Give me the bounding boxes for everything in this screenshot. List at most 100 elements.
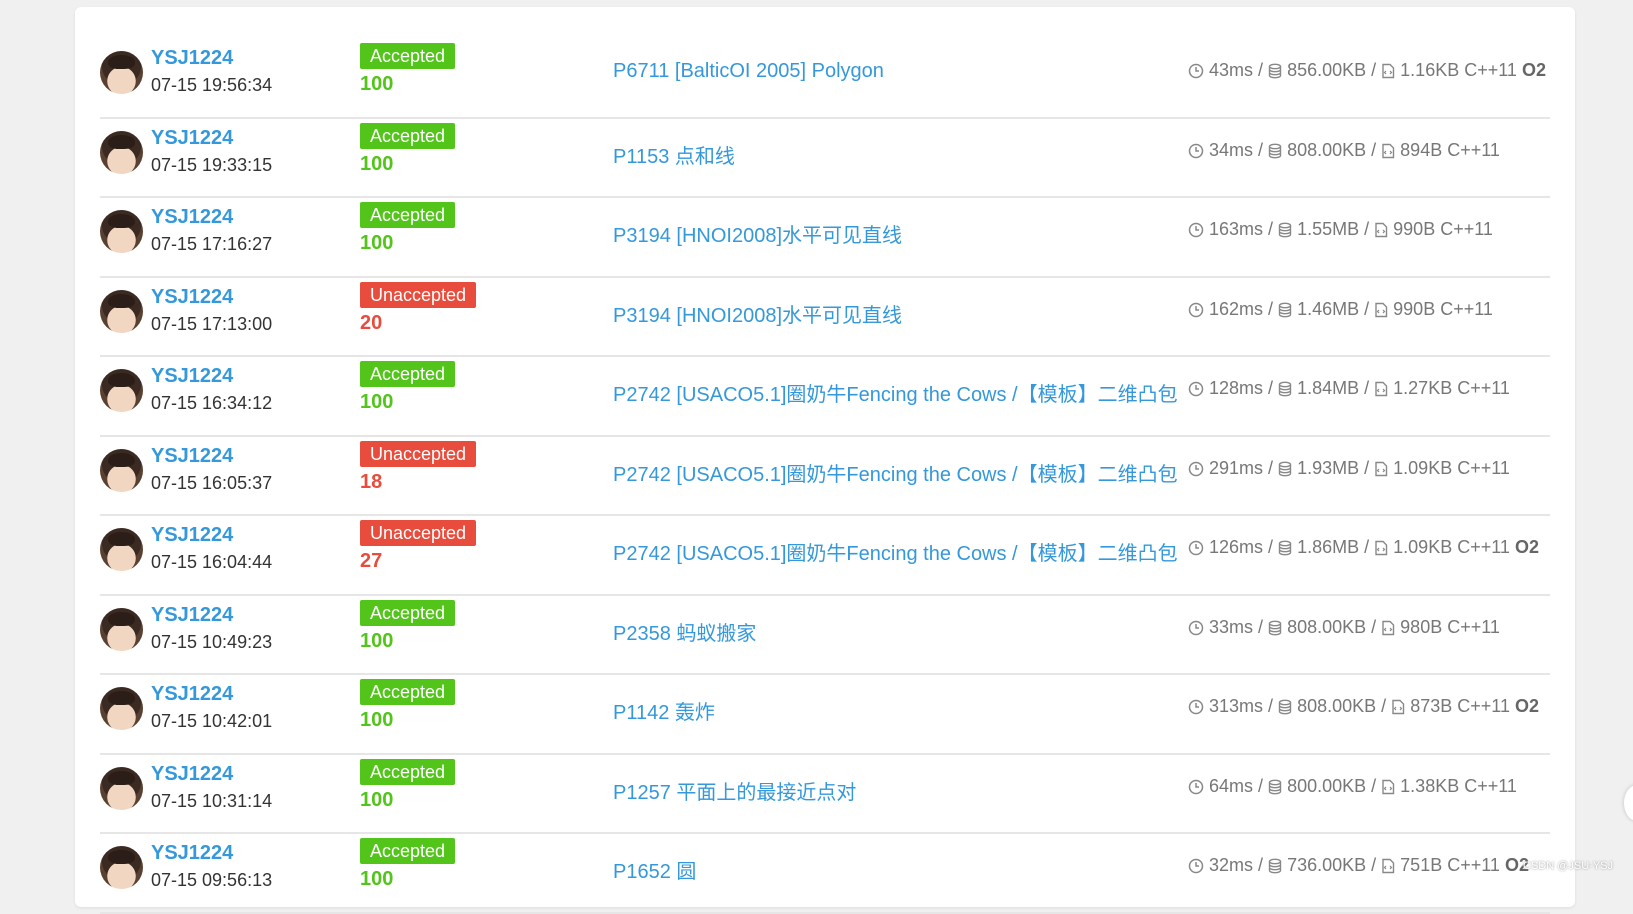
clock-icon: [1188, 776, 1204, 796]
language: C++11: [1457, 537, 1510, 557]
submit-time: 07-15 17:13:00: [151, 313, 273, 334]
problem-link[interactable]: P2742 [USACO5.1]圈奶牛Fencing the Cows /【模板…: [613, 378, 1178, 407]
avatar[interactable]: [100, 607, 143, 651]
submit-time: 07-15 16:04:44: [151, 552, 273, 572]
code-size: 751B: [1400, 855, 1443, 875]
database-icon: [1278, 696, 1292, 716]
side-float-button[interactable]: [1624, 785, 1633, 821]
status-badge[interactable]: Unaccepted: [360, 440, 477, 467]
clock-icon: [1188, 458, 1204, 478]
problem-link[interactable]: P6711 [BalticOI 2005] Polygon: [613, 60, 884, 83]
database-icon: [1268, 60, 1282, 80]
username-link[interactable]: YSJ1224: [151, 842, 233, 865]
clock-icon: [1188, 140, 1204, 160]
run-time: 313ms: [1209, 696, 1264, 716]
database-icon: [1268, 855, 1282, 875]
username-link[interactable]: YSJ1224: [151, 365, 233, 388]
run-time: 34ms: [1209, 139, 1254, 160]
status-badge[interactable]: Accepted: [360, 361, 456, 387]
code-size: 980B: [1400, 616, 1443, 637]
record-row: YSJ1224 07-15 16:04:44 Unaccepted 27 P27…: [100, 516, 1550, 596]
language: C++11: [1447, 855, 1500, 875]
problem-link[interactable]: P2742 [USACO5.1]圈奶牛Fencing the Cows /【模板…: [613, 458, 1178, 487]
code-file-icon: [1381, 855, 1395, 875]
problem-link[interactable]: P1142 轰炸: [613, 696, 715, 725]
problem-link[interactable]: P2358 蚂蚁搬家: [613, 617, 756, 646]
avatar[interactable]: [100, 766, 143, 810]
code-file-icon: [1381, 140, 1395, 160]
username-link[interactable]: YSJ1224: [151, 524, 233, 547]
database-icon: [1278, 299, 1292, 319]
code-file-icon: [1374, 537, 1388, 557]
clock-icon: [1188, 219, 1204, 239]
avatar[interactable]: [100, 289, 143, 333]
score: 27: [360, 550, 383, 572]
status-badge[interactable]: Accepted: [360, 838, 456, 864]
username-link[interactable]: YSJ1224: [151, 286, 233, 309]
record-row: YSJ1224 07-15 16:34:12 Accepted 100 P274…: [100, 357, 1550, 437]
submit-time: 07-15 10:49:23: [151, 631, 273, 652]
status-badge[interactable]: Unaccepted: [360, 281, 477, 308]
avatar[interactable]: [100, 528, 143, 571]
problem-link[interactable]: P3194 [HNOI2008]水平可见直线: [613, 219, 902, 248]
username-link[interactable]: YSJ1224: [151, 604, 233, 627]
record-row: YSJ1224 07-15 19:56:34 Accepted 100 P671…: [100, 39, 1550, 119]
code-file-icon: [1381, 776, 1395, 796]
records-card: YSJ1224 07-15 19:56:34 Accepted 100 P671…: [75, 7, 1575, 914]
submit-time: 07-15 16:34:12: [151, 393, 273, 413]
database-icon: [1268, 776, 1282, 796]
username-link[interactable]: YSJ1224: [151, 127, 233, 150]
status-badge[interactable]: Accepted: [360, 43, 456, 69]
memory-usage: 1.93MB: [1297, 457, 1360, 478]
username-link[interactable]: YSJ1224: [151, 763, 233, 786]
problem-link[interactable]: P3194 [HNOI2008]水平可见直线: [613, 299, 902, 328]
record-row: YSJ1224 07-15 10:49:23 Accepted 100 P235…: [100, 596, 1550, 675]
avatar[interactable]: [100, 51, 143, 94]
record-row: YSJ1224 07-15 10:31:14 Accepted 100 P125…: [100, 755, 1550, 834]
database-icon: [1268, 140, 1282, 160]
avatar[interactable]: [100, 687, 143, 730]
clock-icon: [1188, 617, 1204, 637]
memory-usage: 1.55MB: [1297, 219, 1360, 239]
status-badge[interactable]: Unaccepted: [360, 520, 477, 546]
avatar[interactable]: [100, 130, 143, 174]
score: 100: [360, 629, 394, 652]
status-badge[interactable]: Accepted: [360, 202, 456, 228]
problem-link[interactable]: P2742 [USACO5.1]圈奶牛Fencing the Cows /【模板…: [613, 537, 1178, 566]
run-time: 33ms: [1209, 616, 1254, 637]
record-row: YSJ1224 07-15 17:16:27 Accepted 100 P319…: [100, 198, 1550, 278]
database-icon: [1278, 537, 1292, 557]
status-badge[interactable]: Accepted: [360, 758, 456, 785]
run-time: 32ms: [1209, 855, 1254, 875]
avatar[interactable]: [100, 210, 143, 253]
username-link[interactable]: YSJ1224: [151, 206, 233, 229]
problem-link[interactable]: P1652 圆: [613, 855, 696, 884]
submit-time: 07-15 19:56:34: [151, 75, 273, 95]
run-stats: 128ms / 1.84MB / 1.27KB C++11: [1188, 378, 1510, 399]
code-file-icon: [1374, 378, 1388, 398]
username-link[interactable]: YSJ1224: [151, 445, 233, 468]
o2-flag: O2: [1521, 60, 1546, 80]
submit-time: 07-15 16:05:37: [151, 472, 273, 493]
memory-usage: 808.00KB: [1287, 616, 1367, 637]
problem-link[interactable]: P1257 平面上的最接近点对: [613, 776, 856, 805]
status-badge[interactable]: Accepted: [360, 122, 456, 149]
problem-link[interactable]: P1153 点和线: [613, 140, 735, 169]
status-badge[interactable]: Accepted: [360, 599, 456, 626]
avatar[interactable]: [100, 369, 143, 412]
username-link[interactable]: YSJ1224: [151, 683, 233, 706]
code-file-icon: [1381, 617, 1395, 637]
code-size: 990B: [1393, 219, 1436, 239]
memory-usage: 856.00KB: [1287, 60, 1367, 80]
status-badge[interactable]: Accepted: [360, 679, 456, 705]
avatar[interactable]: [100, 448, 143, 492]
database-icon: [1278, 378, 1292, 398]
score: 100: [360, 391, 394, 413]
score: 100: [360, 232, 394, 254]
username-link[interactable]: YSJ1224: [151, 47, 233, 70]
language: C++11: [1447, 139, 1500, 160]
database-icon: [1278, 219, 1292, 239]
run-time: 43ms: [1209, 60, 1254, 80]
run-time: 126ms: [1209, 537, 1264, 557]
run-stats: 162ms / 1.46MB / 990B C++11: [1188, 299, 1493, 320]
